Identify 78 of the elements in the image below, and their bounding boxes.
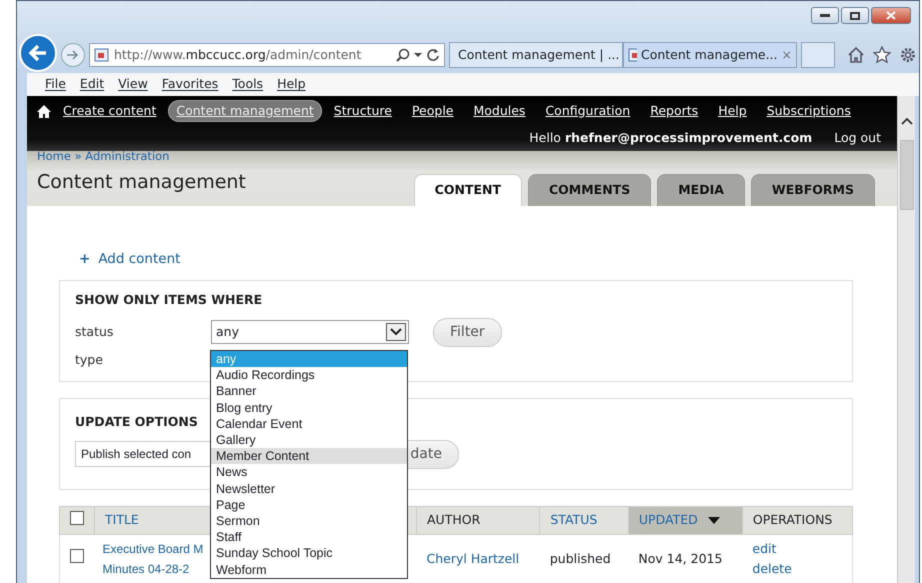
dropdown-option[interactable]: Sermon [211,513,407,530]
page-tab[interactable]: CONTENT [414,174,522,206]
toolbar-link[interactable]: Subscriptions [758,100,859,122]
dropdown-option[interactable]: Blog entry [211,400,407,416]
breadcrumb[interactable]: Home » Administration [37,148,170,166]
field-label: type [75,352,103,367]
star-icon[interactable] [873,46,891,64]
dropdown-option[interactable]: Page [211,496,407,514]
toolbar-link[interactable]: Help [710,100,755,122]
status-text: published [550,550,611,566]
greeting-text: Hello rhefner@processimprovement.com [529,129,812,148]
dropdown-option[interactable]: Newsletter [211,480,407,497]
dropdown-option[interactable]: Member Content [211,448,407,464]
title-link[interactable]: Executive Board M Minutes 04-28-2 [102,539,204,579]
forward-arrow-icon [66,49,80,61]
back-arrow-icon [28,44,48,62]
field-label: status [75,322,114,341]
toolbar-link[interactable]: Reports [642,100,706,122]
page-tab[interactable]: COMMENTS [528,174,652,206]
minimize-button[interactable] [811,7,839,24]
sort-down-icon [708,517,720,524]
close-icon [886,11,896,20]
dropdown-option[interactable]: Sunday School Topic [211,545,407,562]
scroll-up-icon[interactable] [900,116,912,126]
dropdown-option[interactable]: Webform [211,562,407,578]
toolbar-link[interactable]: Modules [465,100,534,122]
operation-link[interactable]: delete [752,561,792,576]
logout-link[interactable]: Log out [834,129,881,148]
menu-item[interactable]: Favorites [162,75,218,94]
toolbar-link[interactable]: People [404,100,462,122]
dropdown-option[interactable]: Staff [211,529,407,546]
dropdown-option[interactable]: Calendar Event [211,416,407,432]
menu-item[interactable]: Edit [80,75,104,94]
refresh-icon[interactable] [426,48,440,62]
toolbar-link[interactable]: Content management [168,100,322,122]
dropdown-option[interactable]: Banner [211,383,407,400]
fieldset-legend: UPDATE OPTIONS [75,413,198,432]
maximize-button[interactable] [841,7,869,24]
menu-item[interactable]: Tools [232,75,264,94]
column-header[interactable]: STATUS [540,506,628,534]
toolbar-link[interactable]: Structure [326,100,400,122]
page-tab[interactable]: MEDIA [657,174,745,206]
menu-item[interactable]: Help [277,75,306,94]
date-text: Nov 14, 2015 [638,550,722,566]
page-title: Content management [37,171,246,194]
close-button[interactable] [871,7,911,24]
scrollbar-thumb[interactable] [900,140,914,210]
operation-link[interactable]: edit [752,541,776,556]
column-header: AUTHOR [416,506,540,534]
page-icon [628,47,637,63]
add-content-link[interactable]: + Add content [79,251,180,267]
minimize-icon [820,14,830,18]
toolbar-link[interactable]: Configuration [537,100,638,122]
maximize-icon [850,12,860,20]
address-bar[interactable]: http://www.mbccucc.org/admin/content [89,43,445,67]
row-checkbox[interactable] [70,549,84,564]
chevron-icon [390,328,402,336]
status-select[interactable]: any [211,320,409,344]
toolbar-link[interactable]: Create content [55,100,164,122]
page-tab[interactable]: WEBFORMS [750,174,875,206]
browser-tab[interactable]: Content manageme... × [623,42,797,68]
url-text[interactable]: http://www.mbccucc.org/admin/content [114,46,392,64]
dropdown-option[interactable]: Audio Recordings [211,367,407,384]
search-icon[interactable] [396,48,410,62]
menu-item[interactable]: View [118,75,148,94]
home-icon[interactable] [37,104,51,118]
fieldset-legend: SHOW ONLY ITEMS WHERE [75,291,262,310]
forward-button[interactable] [61,43,85,67]
dropdown-icon[interactable] [414,52,422,58]
column-header: OPERATIONS [742,506,852,534]
settings-icon[interactable] [899,46,917,64]
menu-item[interactable]: File [45,75,66,94]
page-icon [94,47,110,63]
author-link[interactable]: Cheryl Hartzell [426,550,520,566]
browser-tab[interactable]: Content management | ... [449,42,623,68]
back-button[interactable] [19,34,57,72]
filter-button[interactable]: Filter [433,318,502,347]
select-all-checkbox[interactable] [70,510,84,525]
